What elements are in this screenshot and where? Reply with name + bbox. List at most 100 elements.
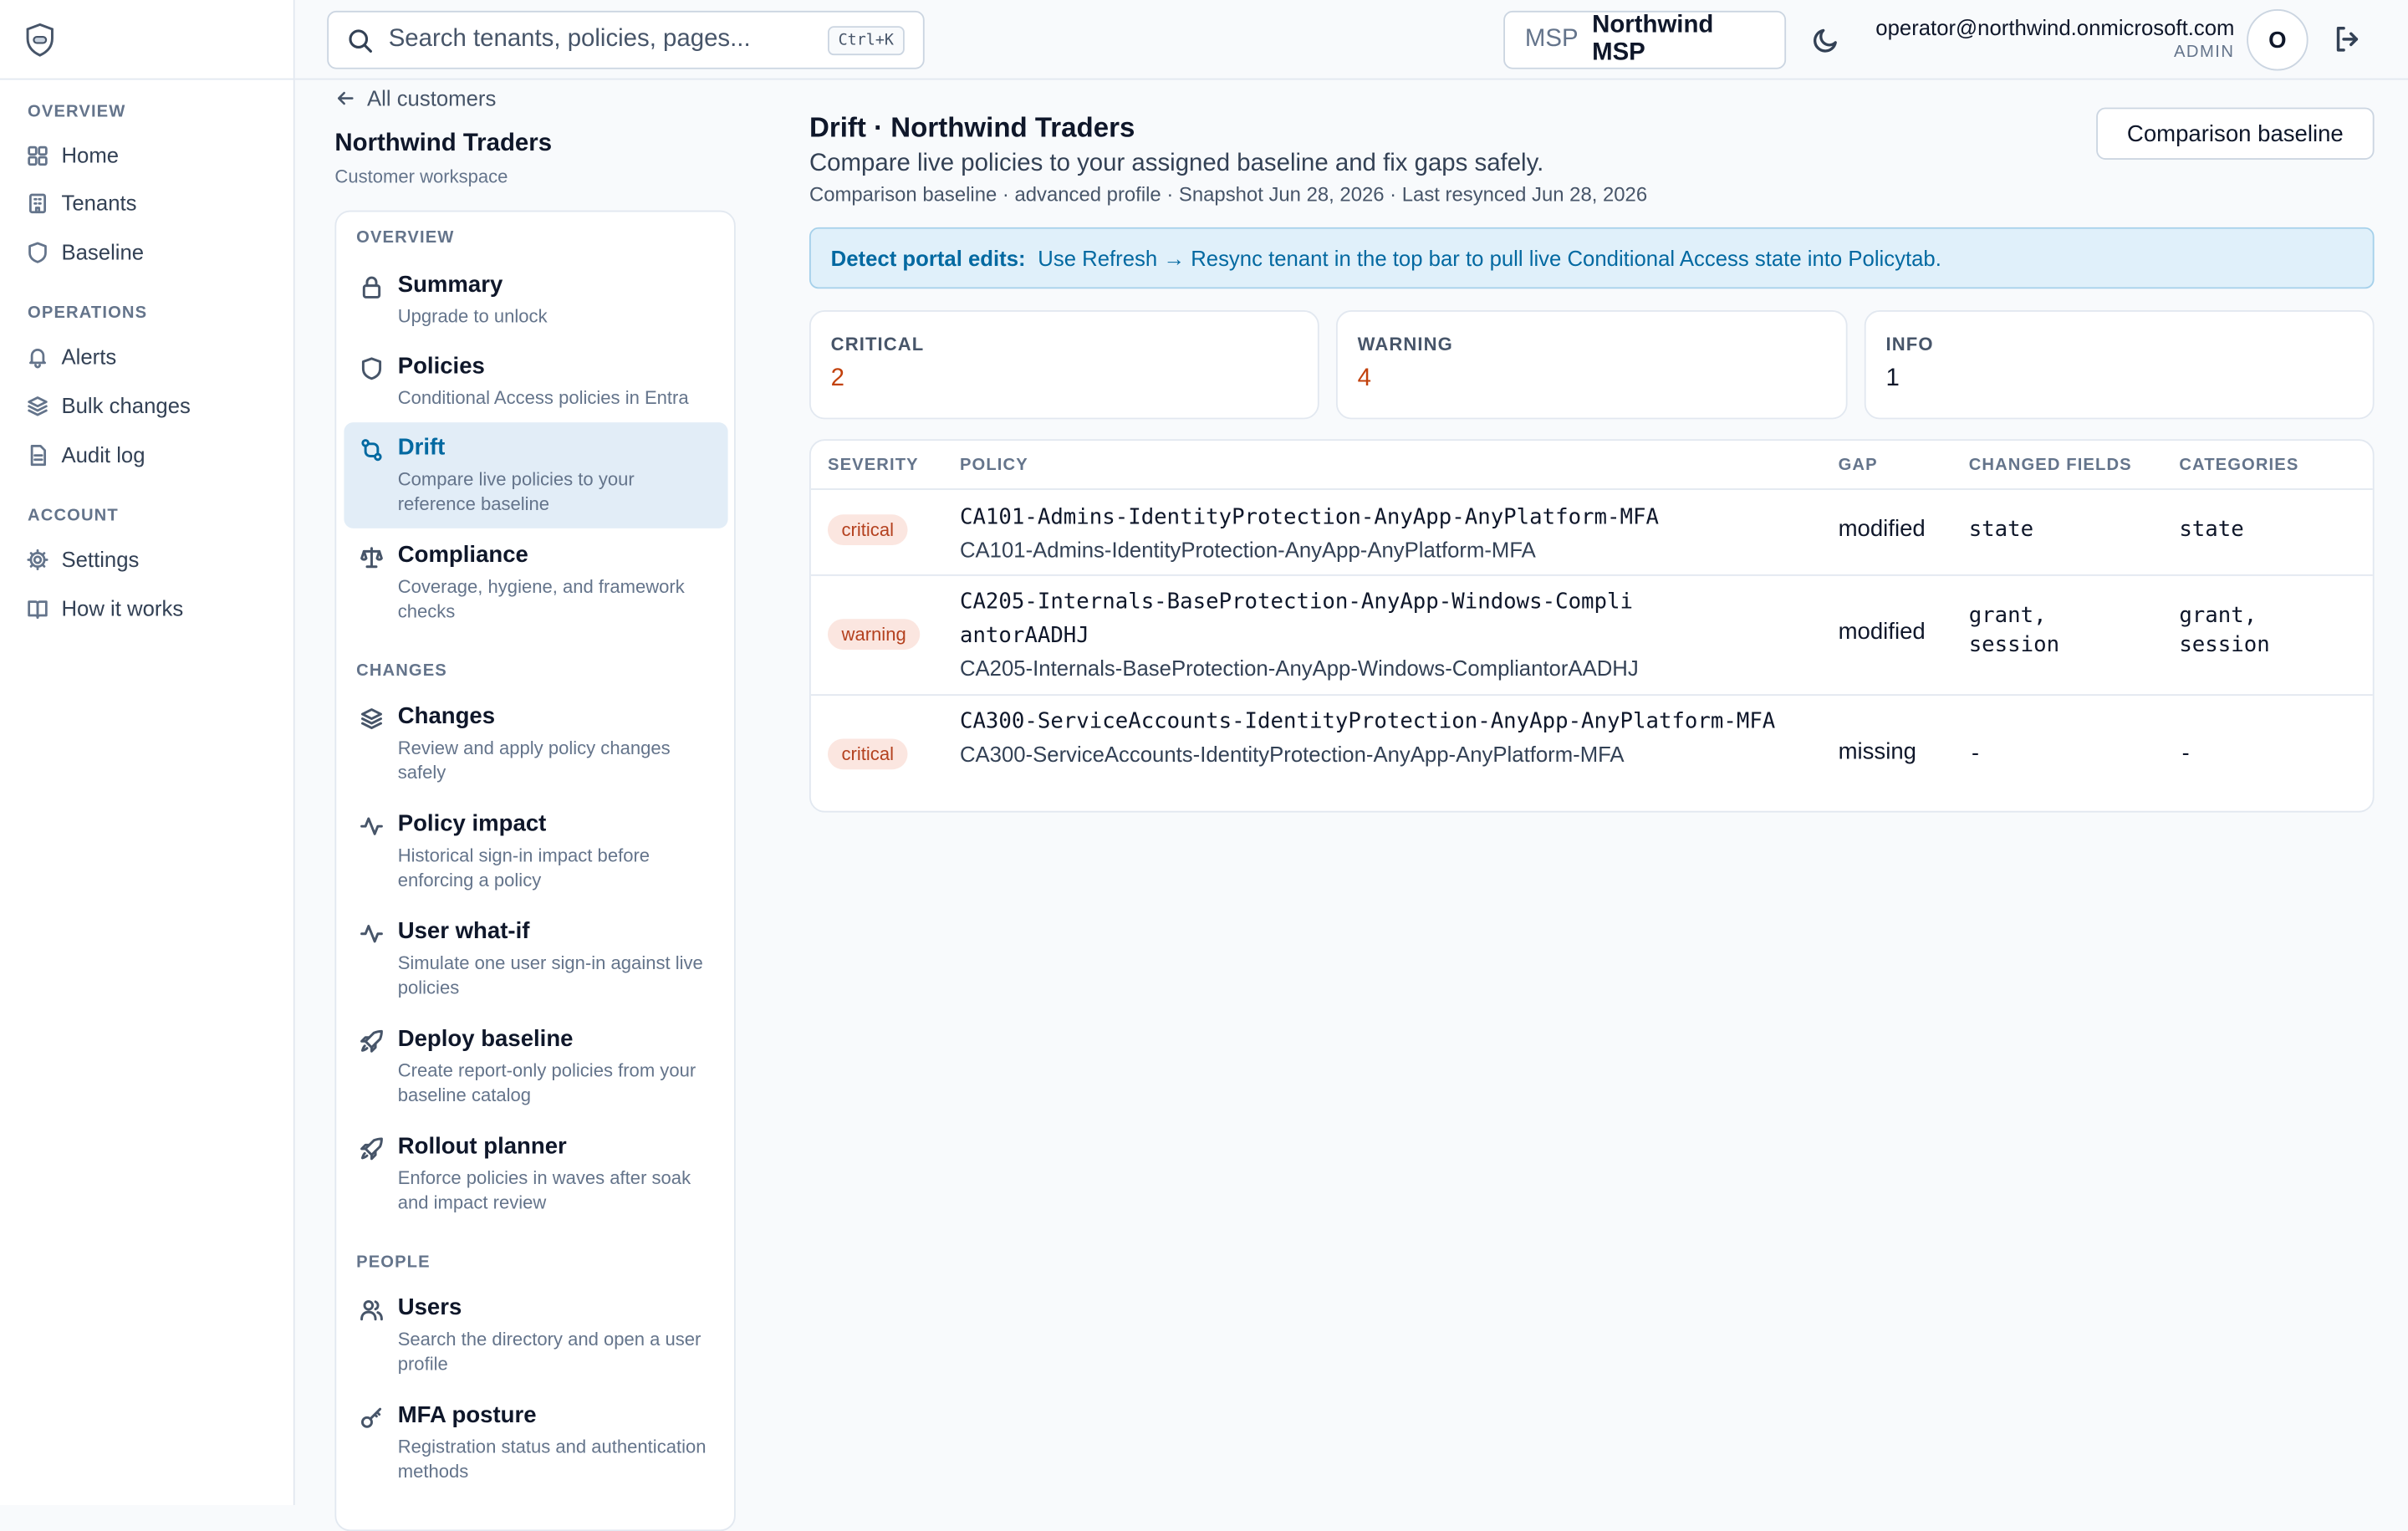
nav-item-rollout-planner[interactable]: Rollout planner Enforce policies in wave… (344, 1121, 727, 1227)
msp-name: Northwind MSP (1592, 12, 1714, 66)
avatar[interactable]: O (2247, 9, 2309, 71)
table-row[interactable]: critical CA300-ServiceAccounts-IdentityP… (810, 694, 2373, 811)
back-to-customers-link[interactable]: All customers (334, 86, 496, 110)
log-out-icon (2336, 27, 2359, 52)
nav-item-summary[interactable]: Summary Upgrade to unlock (344, 259, 727, 340)
column-header-changed-fields: CHANGED FIELDS (1968, 456, 2132, 475)
nav-item-title: Changes (397, 703, 496, 730)
stat-label: CRITICAL (830, 333, 925, 355)
sidebar-item-tenants[interactable]: Tenants (26, 186, 137, 219)
nav-item-changes[interactable]: Changes Review and apply policy changes … (344, 692, 727, 798)
sidebar-divider (0, 78, 295, 80)
back-link-label: All customers (366, 85, 497, 111)
bell-icon (29, 348, 46, 368)
stat-card-info: INFO 1 (1864, 310, 2375, 420)
nav-item-title: Users (397, 1294, 462, 1321)
users-icon (360, 1299, 383, 1321)
stat-card-warning: WARNING 4 (1335, 310, 1848, 420)
sidebar-section-account: ACCOUNT (28, 507, 119, 526)
sidebar-item-label: Alerts (61, 344, 117, 369)
sidebar-item-label: Bulk changes (61, 393, 191, 418)
nav-item-title: MFA posture (397, 1401, 537, 1429)
info-banner: Detect portal edits: Use Refresh → Resyn… (809, 227, 2375, 289)
gap-value: missing (1838, 738, 1916, 765)
lock-icon (362, 276, 381, 299)
nav-item-policies[interactable]: Policies Conditional Access policies in … (344, 341, 727, 422)
git-compare-icon (361, 439, 382, 462)
sidebar-item-label: Audit log (61, 441, 145, 467)
app-sidebar: OVERVIEW Home Tenants Baseline OPERATION… (0, 0, 295, 1506)
categories: - (2179, 742, 2192, 767)
severity-badge: critical (828, 738, 908, 770)
nav-item-title: User what-if (397, 918, 530, 945)
theme-toggle[interactable] (1812, 26, 1839, 54)
changed-fields: - (1968, 742, 1982, 767)
nav-item-policy-impact[interactable]: Policy impact Historical sign-in impact … (344, 799, 727, 905)
layers-icon (28, 396, 48, 416)
nav-item-desc: Search the directory and open a user pro… (397, 1328, 701, 1375)
sidebar-item-alerts[interactable]: Alerts (26, 339, 116, 373)
gear-icon (27, 549, 48, 570)
msp-selector[interactable]: MSP Northwind MSP (1503, 10, 1787, 69)
arrow-left-icon (337, 91, 354, 105)
msp-label: MSP (1524, 26, 1579, 53)
severity-badge: warning (828, 619, 921, 650)
table-row[interactable]: critical CA101-Admins-IdentityProtection… (810, 488, 2373, 574)
nav-item-title: Summary (397, 272, 503, 299)
layers-icon (361, 708, 382, 730)
search-placeholder: Search tenants, policies, pages... (388, 26, 751, 53)
building-icon (29, 192, 46, 213)
comparison-baseline-button[interactable]: Comparison baseline (2096, 107, 2375, 161)
nav-item-desc: Registration status and authentication m… (397, 1436, 707, 1483)
sidebar-item-baseline[interactable]: Baseline (26, 235, 144, 268)
policy-id: CA205-Internals-BaseProtection-AnyApp-Wi… (959, 589, 1633, 649)
banner-text: Use Refresh → Resync tenant in the top b… (1038, 245, 1941, 271)
sidebar-section-operations: OPERATIONS (28, 304, 148, 323)
nav-item-user-what-if[interactable]: User what-if Simulate one user sign-in a… (344, 906, 727, 1013)
stat-label: INFO (1885, 333, 1934, 355)
key-icon (361, 1407, 382, 1428)
rocket-icon (360, 1029, 383, 1053)
nav-item-mfa-posture[interactable]: MFA posture Registration status and auth… (344, 1390, 727, 1496)
nav-item-users[interactable]: Users Search the directory and open a us… (344, 1283, 727, 1389)
nav-item-desc: Create report-only policies from your ba… (397, 1059, 696, 1106)
sidebar-item-label: Tenants (61, 190, 137, 216)
nav-item-desc: Upgrade to unlock (397, 305, 548, 328)
column-header-severity: SEVERITY (828, 456, 919, 475)
stat-label: WARNING (1357, 333, 1453, 355)
nav-item-deploy-baseline[interactable]: Deploy baseline Create report-only polic… (344, 1013, 727, 1120)
table-row[interactable]: warning CA205-Internals-BaseProtection-A… (810, 574, 2373, 694)
page-title: Drift · Northwind Traders (809, 112, 1135, 143)
sidebar-item-label: Settings (61, 546, 140, 572)
nav-section-people: PEOPLE (356, 1253, 431, 1272)
sidebar-item-audit-log[interactable]: Audit log (26, 437, 145, 471)
nav-item-title: Compliance (397, 542, 528, 569)
policy-id: CA300-ServiceAccounts-IdentityProtection… (959, 709, 1776, 734)
book-icon (28, 600, 48, 619)
search-input[interactable]: Search tenants, policies, pages... Ctrl+… (327, 10, 925, 69)
sidebar-item-settings[interactable]: Settings (26, 542, 139, 575)
drift-table: SEVERITY POLICY GAP CHANGED FIELDS CATEG… (809, 439, 2375, 813)
grid-icon (28, 145, 48, 166)
nav-section-overview: OVERVIEW (356, 228, 455, 248)
logo-icon[interactable] (23, 22, 57, 59)
nav-item-drift[interactable]: Drift Compare live policies to your refe… (344, 422, 728, 528)
shortcut-badge: Ctrl+K (827, 25, 905, 55)
sign-out-button[interactable] (2333, 24, 2364, 55)
search-icon (349, 28, 372, 53)
gap-value: modified (1838, 516, 1926, 543)
nav-section-changes: CHANGES (356, 661, 447, 681)
stat-value: 1 (1885, 365, 1900, 392)
gap-value: modified (1838, 619, 1926, 646)
page-subtitle: Compare live policies to your assigned b… (809, 151, 1544, 177)
sidebar-item-how-it-works[interactable]: How it works (26, 591, 183, 625)
sidebar-item-home[interactable]: Home (26, 138, 119, 171)
policy-name: CA300-ServiceAccounts-IdentityProtection… (959, 742, 1625, 767)
workspace-nav: OVERVIEW Summary Upgrade to unlock Polic… (334, 210, 736, 1531)
nav-item-compliance[interactable]: Compliance Coverage, hygiene, and framew… (344, 530, 727, 636)
nav-item-desc: Enforce policies in waves after soak and… (397, 1166, 691, 1214)
sidebar-item-bulk-changes[interactable]: Bulk changes (26, 389, 191, 422)
nav-item-desc: Conditional Access policies in Entra (397, 386, 689, 409)
rocket-icon (360, 1137, 383, 1161)
changed-fields: state (1968, 517, 2034, 543)
